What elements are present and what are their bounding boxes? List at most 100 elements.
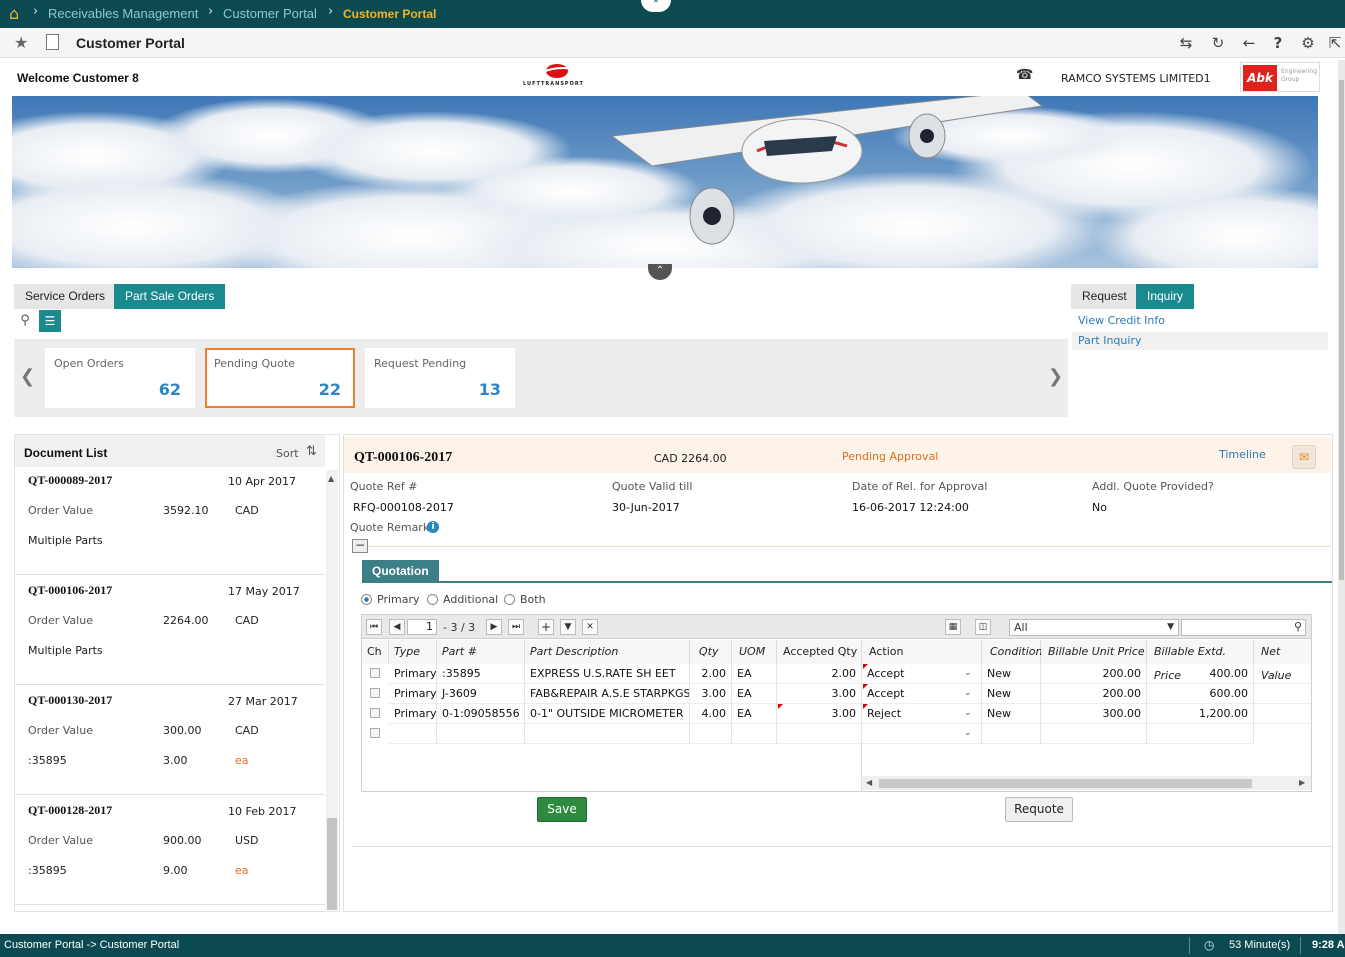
- card-open-orders[interactable]: Open Orders 62: [45, 348, 195, 408]
- breadcrumb-item-receivables[interactable]: Receivables Management: [48, 6, 198, 21]
- document-list-scroll-thumb[interactable]: [327, 818, 337, 910]
- save-button[interactable]: Save: [537, 797, 587, 822]
- radio-dot: [427, 594, 438, 605]
- divider: [368, 546, 1331, 547]
- timeline-link[interactable]: Timeline: [1219, 448, 1266, 461]
- home-icon[interactable]: ⌂: [9, 4, 19, 23]
- part-inquiry-link[interactable]: Part Inquiry: [1072, 332, 1328, 350]
- radio-both[interactable]: Both: [504, 593, 546, 607]
- cell-accepted-qty[interactable]: 3.00: [777, 704, 862, 724]
- chevron-down-icon[interactable]: ⌄: [964, 688, 972, 698]
- cell-empty: [982, 724, 1041, 744]
- page-scroll-thumb[interactable]: [1339, 80, 1344, 580]
- next-page-icon[interactable]: ▶: [486, 619, 502, 635]
- sort-icon[interactable]: ⇅: [306, 444, 317, 459]
- session-time: 53 Minute(s): [1229, 939, 1291, 951]
- help-icon[interactable]: ?: [1268, 33, 1288, 53]
- col-header-condition: Condition: [982, 640, 1043, 664]
- part-number: :35895: [28, 754, 67, 767]
- chevron-down-icon[interactable]: ⌄: [964, 728, 972, 738]
- cell-uom: EA: [732, 704, 777, 724]
- add-row-icon[interactable]: +: [538, 619, 554, 635]
- chevron-left-icon[interactable]: ❮: [20, 366, 35, 387]
- document-list-item[interactable]: QT-000130-2017 27 Mar 2017 Order Value 3…: [15, 685, 325, 795]
- info-icon[interactable]: i: [427, 521, 439, 533]
- col-header-extd-price: Billable Extd. Price: [1147, 640, 1254, 682]
- first-page-icon[interactable]: ⏮: [366, 619, 382, 635]
- cell-net-value: [1254, 704, 1311, 724]
- cell-accepted-qty[interactable]: 2.00: [777, 664, 862, 684]
- card-request-pending[interactable]: Request Pending 13: [365, 348, 515, 408]
- grid-scroll-thumb[interactable]: [879, 779, 1252, 788]
- back-arrow-icon[interactable]: ←: [1239, 33, 1259, 53]
- card-pending-quote[interactable]: Pending Quote 22: [205, 348, 355, 408]
- chevron-down-icon[interactable]: ⌄: [964, 708, 972, 718]
- cell-description: EXPRESS U.S.RATE SH EET: [525, 664, 690, 684]
- row-checkbox[interactable]: [370, 688, 380, 698]
- cell-extd-price: 400.00: [1147, 664, 1254, 684]
- last-page-icon[interactable]: ⏭: [508, 619, 524, 635]
- chevron-right-icon: ›: [328, 4, 334, 19]
- banner-collapse-button[interactable]: ⌃: [648, 264, 672, 280]
- requote-button[interactable]: Requote: [1005, 797, 1073, 822]
- phone-icon[interactable]: ☎: [1016, 67, 1033, 83]
- grid-filter-select[interactable]: All ▼: [1009, 619, 1179, 636]
- chevron-right-icon[interactable]: ❯: [1048, 366, 1063, 387]
- settings-icon[interactable]: ⚙: [1298, 33, 1318, 53]
- search-icon[interactable]: ⚲: [1294, 620, 1302, 633]
- scroll-up-icon[interactable]: ▲: [328, 474, 334, 483]
- divider: [1189, 937, 1190, 954]
- list-view-icon[interactable]: ☰: [39, 310, 61, 332]
- scroll-left-icon[interactable]: ◀: [866, 778, 872, 787]
- currency: CAD: [235, 724, 259, 737]
- calendar-icon[interactable]: ▦: [945, 619, 961, 635]
- document-list-item[interactable]: QT-000106-2017 17 May 2017 Order Value 2…: [15, 575, 325, 685]
- clock-icon: ◷: [1204, 938, 1215, 952]
- tab-service-orders[interactable]: Service Orders: [14, 284, 117, 309]
- breadcrumb-item-customer-portal[interactable]: Customer Portal: [223, 6, 317, 21]
- search-icon[interactable]: ⚲: [14, 310, 36, 332]
- row-checkbox[interactable]: [370, 708, 380, 718]
- tab-part-sale-orders[interactable]: Part Sale Orders: [114, 284, 226, 309]
- status-path: Customer Portal -> Customer Portal: [4, 939, 180, 951]
- document-list-item[interactable]: QT-000089-2017 10 Apr 2017 Order Value 3…: [15, 465, 325, 575]
- clear-filter-icon[interactable]: ✕: [582, 619, 598, 635]
- part-qty: 3.00: [163, 754, 188, 767]
- document-list-item[interactable]: QT-000128-2017 10 Feb 2017 Order Value 9…: [15, 795, 325, 905]
- chevron-down-icon[interactable]: ⌄: [964, 668, 972, 678]
- row-checkbox[interactable]: [370, 668, 380, 678]
- row-checkbox[interactable]: [370, 728, 380, 738]
- columns-icon[interactable]: ◫: [975, 619, 991, 635]
- radio-additional[interactable]: Additional: [427, 593, 498, 607]
- sort-button[interactable]: Sort: [276, 447, 299, 460]
- chat-icon[interactable]: ✉: [1292, 445, 1316, 469]
- scroll-right-icon[interactable]: ▶: [1299, 778, 1305, 787]
- star-icon[interactable]: ★: [14, 33, 28, 52]
- radio-dot: [504, 594, 515, 605]
- chevron-down-icon: ▼: [1167, 622, 1174, 632]
- cell-unit-price: 300.00: [1041, 704, 1147, 724]
- prev-page-icon[interactable]: ◀: [389, 619, 405, 635]
- cell-part: 0-1:09058556: [437, 704, 525, 724]
- refresh-icon[interactable]: ↻: [1208, 33, 1228, 53]
- cell-accepted-qty[interactable]: 3.00: [777, 684, 862, 704]
- filter-icon[interactable]: ▼: [560, 619, 576, 635]
- tab-request[interactable]: Request: [1071, 284, 1138, 309]
- view-credit-info-link[interactable]: View Credit Info: [1072, 312, 1328, 330]
- radio-dot: [361, 594, 372, 605]
- shuffle-icon[interactable]: ⇆: [1176, 33, 1196, 53]
- page-number-input[interactable]: 1: [407, 619, 437, 635]
- tab-quotation[interactable]: Quotation: [362, 560, 439, 582]
- col-header-type: Type: [389, 640, 437, 664]
- col-header-uom: UOM: [732, 640, 777, 664]
- cell-empty: [690, 724, 732, 744]
- exit-icon[interactable]: ⇱: [1325, 33, 1345, 53]
- document-icon[interactable]: [46, 34, 59, 50]
- radio-primary[interactable]: Primary: [361, 593, 420, 607]
- chevron-right-icon: ›: [208, 4, 214, 19]
- quote-status: Pending Approval: [842, 450, 939, 463]
- grid-search-input[interactable]: ⚲: [1181, 619, 1306, 636]
- tab-inquiry[interactable]: Inquiry: [1136, 284, 1195, 309]
- collapse-section-button[interactable]: −: [352, 539, 368, 553]
- col-header-ch: Ch: [362, 640, 389, 664]
